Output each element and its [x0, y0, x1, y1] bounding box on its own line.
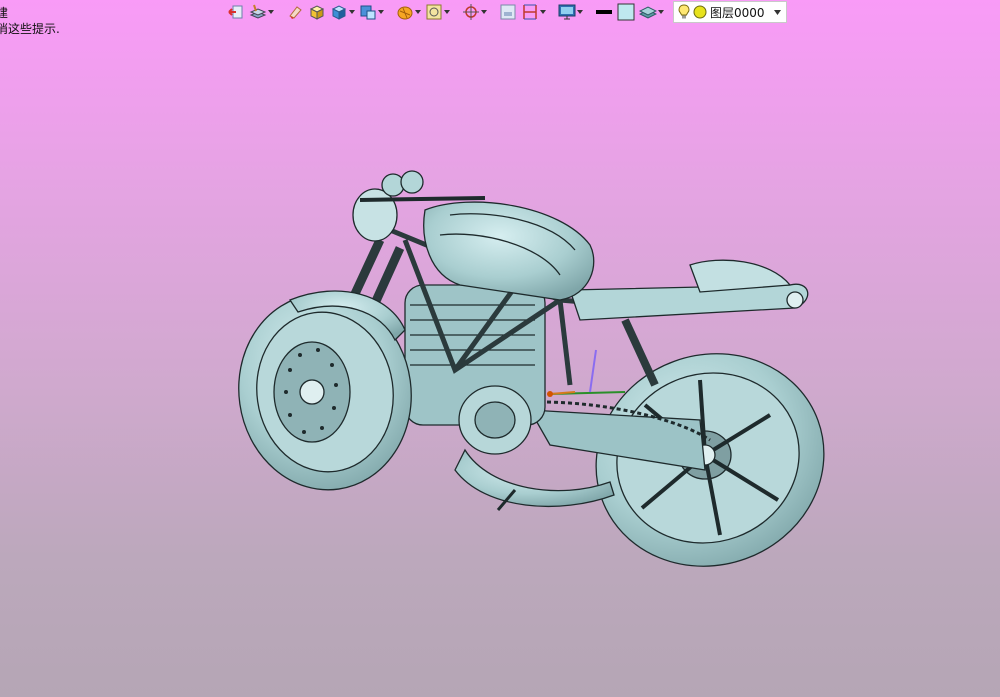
section-plane-button[interactable]: [395, 1, 422, 23]
snap-square-icon: [426, 4, 442, 20]
layers-hand-icon: [249, 4, 267, 19]
chevron-down-icon[interactable]: [267, 1, 274, 23]
chevron-down-icon[interactable]: [348, 1, 355, 23]
frame-button[interactable]: [498, 1, 518, 23]
view-toolbar: 图层0000: [226, 0, 787, 24]
orange-disk-icon: [397, 6, 413, 20]
shaded-view-button[interactable]: [329, 1, 356, 23]
exit-arrow-icon: [228, 5, 243, 19]
eraser-icon: [289, 6, 302, 19]
view-orientation-button[interactable]: [358, 1, 385, 23]
locate-button[interactable]: [461, 1, 488, 23]
chevron-down-icon[interactable]: [576, 1, 583, 23]
chevron-down-icon[interactable]: [772, 9, 782, 15]
monitor-icon: [558, 4, 576, 20]
crosshair-icon: [463, 4, 479, 20]
chevron-down-icon[interactable]: [480, 1, 487, 23]
render-style-button[interactable]: [248, 1, 275, 23]
motorcycle-3d-model: [238, 170, 825, 567]
status-hint-line-1: 建: [0, 6, 9, 20]
yellow-cube-icon: [309, 5, 325, 20]
chevron-down-icon[interactable]: [443, 1, 450, 23]
layer-dropdown[interactable]: 图层0000: [673, 1, 787, 23]
black-line-icon: [596, 10, 612, 14]
eraser-button[interactable]: [285, 1, 305, 23]
chevron-down-icon[interactable]: [539, 1, 546, 23]
light-blue-swatch-icon: [617, 3, 635, 21]
3d-viewport[interactable]: [230, 170, 830, 580]
exit-sketch-button[interactable]: [226, 1, 246, 23]
frame-icon: [500, 4, 516, 20]
layer-manager-button[interactable]: [638, 1, 665, 23]
solid-box-button[interactable]: [307, 1, 327, 23]
snap-button[interactable]: [424, 1, 451, 23]
line-color-button[interactable]: [594, 1, 614, 23]
chevron-down-icon[interactable]: [657, 1, 664, 23]
blue-cube-icon: [331, 5, 347, 20]
chevron-down-icon[interactable]: [377, 1, 384, 23]
layer-name: 图层0000: [710, 5, 765, 20]
yellow-circle-icon[interactable]: [693, 5, 707, 19]
view-cube-icon: [360, 5, 376, 20]
display-button[interactable]: [557, 1, 584, 23]
fill-color-button[interactable]: [616, 1, 636, 23]
dimension-button[interactable]: [520, 1, 547, 23]
dimension-icon: [523, 4, 537, 20]
chevron-down-icon[interactable]: [414, 1, 421, 23]
status-hint-line-2: 消这些提示.: [0, 22, 60, 36]
layer-stack-icon: [639, 6, 657, 19]
lightbulb-icon[interactable]: [678, 4, 690, 20]
